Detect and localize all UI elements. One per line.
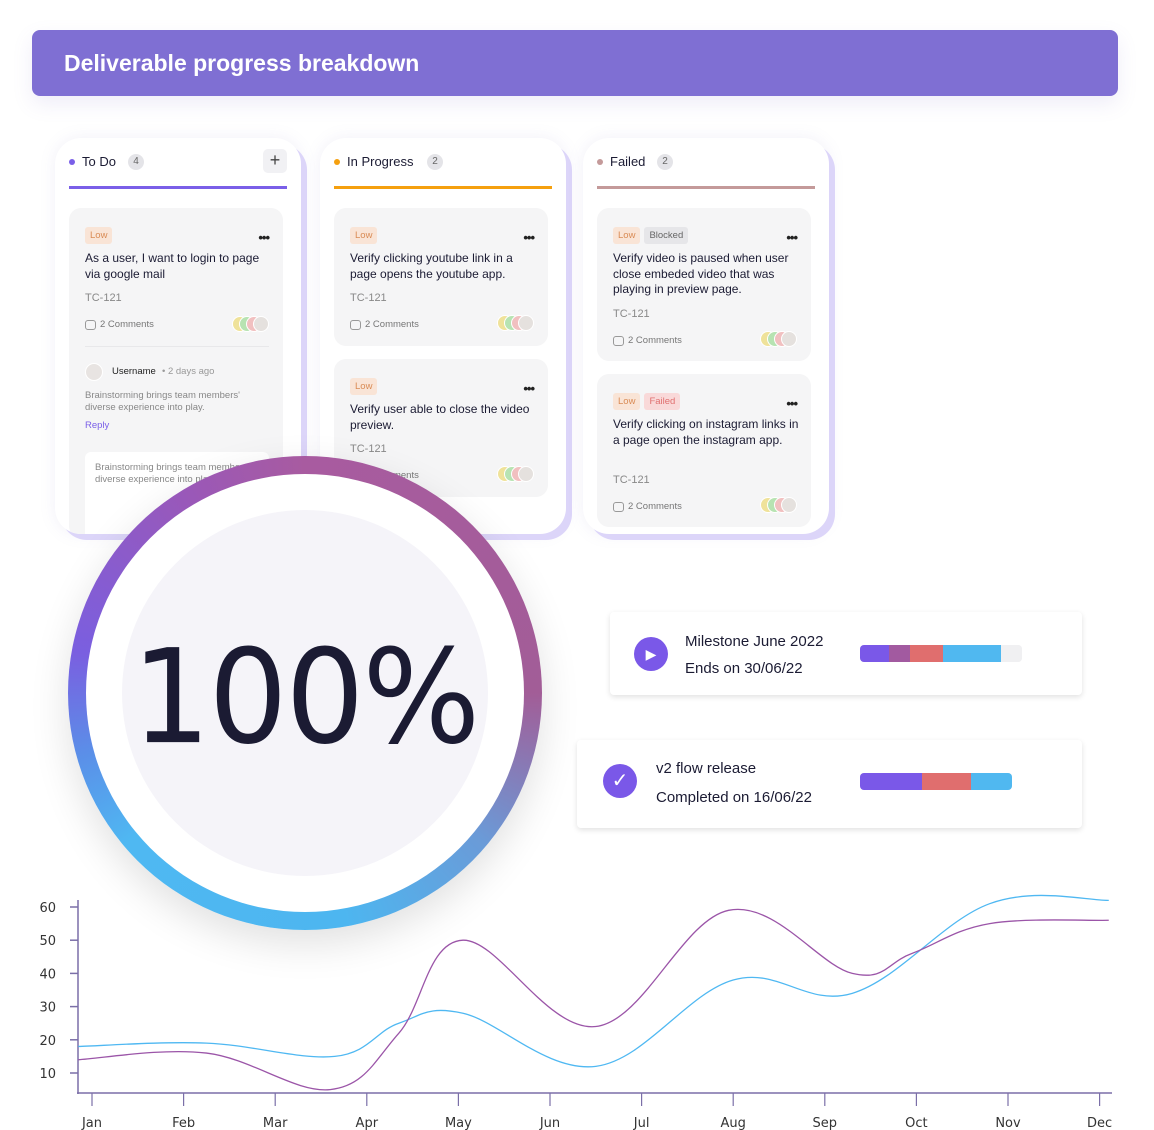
x-tick-label: Jun [539, 1116, 560, 1130]
x-tick-label: May [445, 1116, 472, 1130]
y-tick-label: 60 [39, 901, 56, 916]
x-tick-label: Feb [172, 1116, 195, 1130]
progress-value: 100% [131, 622, 481, 774]
series-line-2 [78, 908, 1109, 1091]
x-tick-label: Aug [721, 1116, 746, 1130]
y-tick-label: 10 [39, 1067, 56, 1082]
y-tick-label: 30 [39, 1001, 56, 1016]
progress-ring: 100% [68, 456, 542, 930]
x-tick-label: Jan [81, 1116, 102, 1130]
series-line-1 [78, 894, 1109, 1068]
x-tick-label: Jul [633, 1116, 650, 1130]
x-tick-label: Apr [356, 1116, 379, 1130]
y-tick-label: 40 [39, 967, 56, 982]
x-tick-label: Nov [995, 1116, 1021, 1130]
x-tick-label: Mar [263, 1116, 288, 1130]
y-tick-label: 20 [39, 1034, 56, 1049]
x-tick-label: Sep [813, 1116, 838, 1130]
y-tick-label: 50 [39, 934, 56, 949]
x-tick-label: Dec [1087, 1116, 1112, 1130]
x-tick-label: Oct [905, 1116, 927, 1130]
